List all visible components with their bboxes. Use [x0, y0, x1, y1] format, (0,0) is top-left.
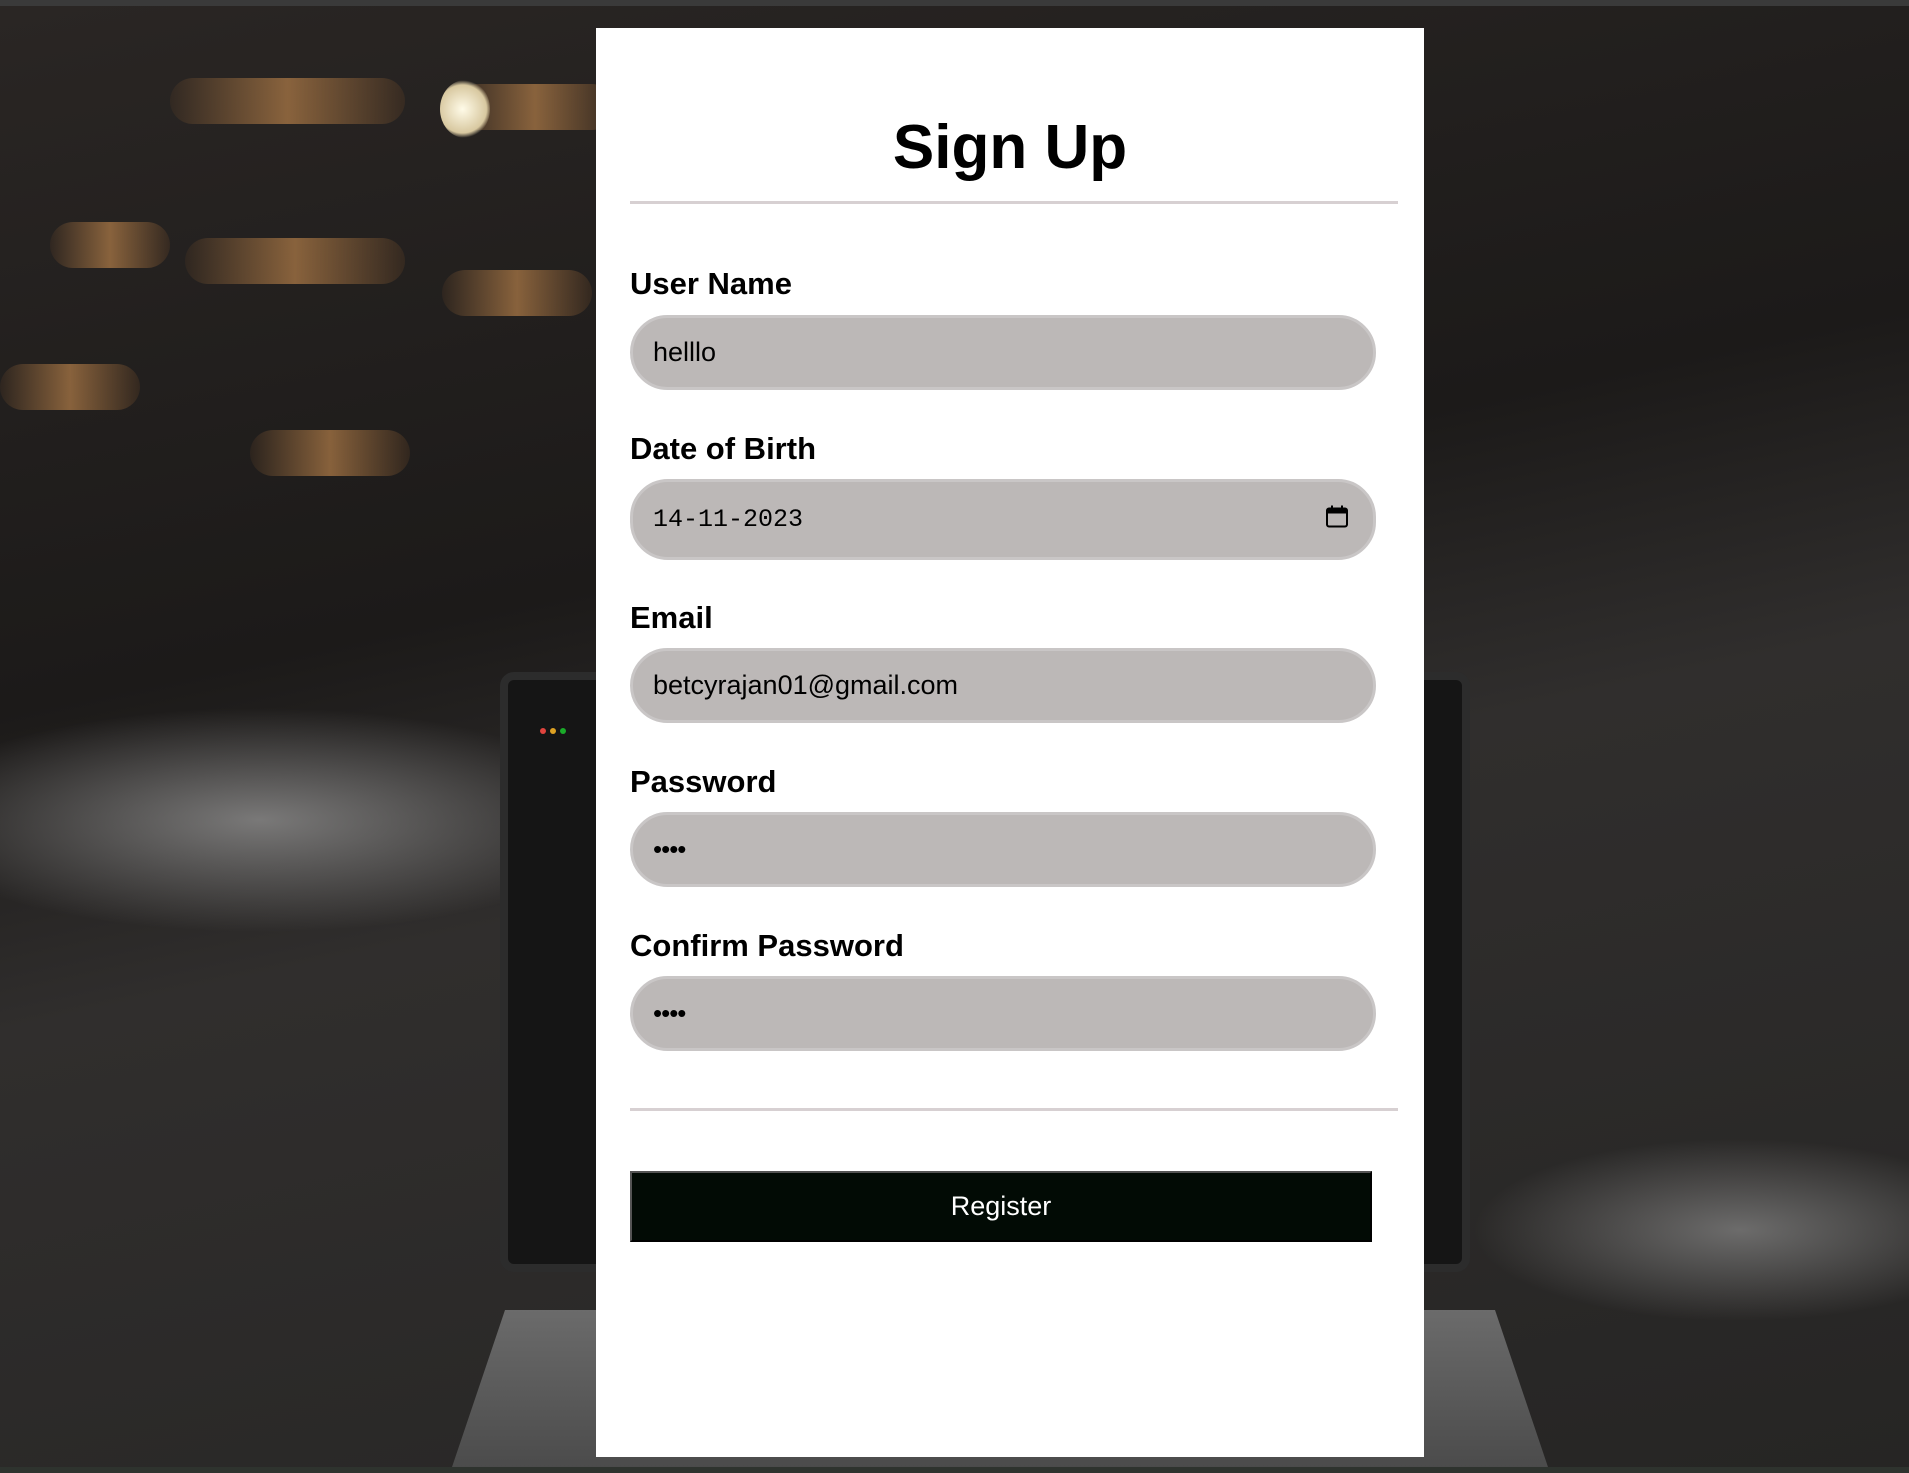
email-value: betcyrajan01@gmail.com: [653, 670, 959, 700]
confirm-password-input[interactable]: ••••: [630, 976, 1376, 1051]
background-slat: [185, 238, 405, 284]
email-input[interactable]: betcyrajan01@gmail.com: [630, 648, 1376, 723]
password-value: ••••: [653, 834, 686, 864]
background-window-dots: [540, 728, 566, 734]
confirm-password-value: ••••: [653, 998, 686, 1028]
background-slat: [442, 270, 592, 316]
password-input[interactable]: ••••: [630, 812, 1376, 887]
form-divider: [630, 1108, 1398, 1111]
username-label: User Name: [630, 266, 792, 301]
username-input[interactable]: helllo: [630, 315, 1376, 390]
confirm-password-label: Confirm Password: [630, 928, 904, 963]
email-label: Email: [630, 600, 713, 635]
window-bottom-edge: [0, 1467, 1909, 1473]
background-slat: [0, 364, 140, 410]
background-slat: [50, 222, 170, 268]
username-value: helllo: [653, 337, 717, 367]
background-slat: [250, 430, 410, 476]
page-background: Sign Up User Name helllo Date of Birth 1…: [0, 0, 1909, 1473]
dob-input[interactable]: 14-11-2023: [630, 479, 1376, 560]
calendar-icon[interactable]: [1325, 504, 1349, 535]
page-title: Sign Up: [892, 113, 1128, 182]
register-button[interactable]: Register: [630, 1171, 1372, 1242]
background-light: [440, 80, 490, 138]
dob-value: 14-11-2023: [653, 505, 804, 534]
title-divider: [630, 201, 1398, 204]
signup-card: Sign Up User Name helllo Date of Birth 1…: [596, 28, 1424, 1457]
dob-label: Date of Birth: [630, 431, 816, 466]
window-top-edge: [0, 0, 1909, 6]
password-label: Password: [630, 764, 777, 799]
background-slat: [170, 78, 405, 124]
